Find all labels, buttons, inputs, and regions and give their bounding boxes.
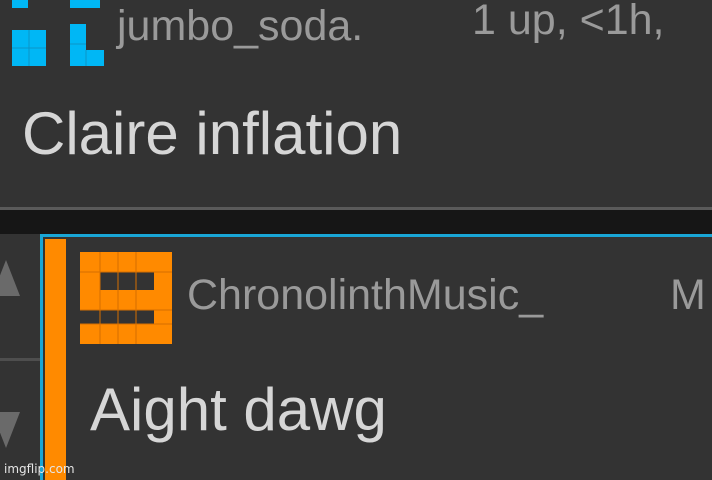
watermark: imgflip.com bbox=[4, 462, 75, 476]
highlight-bar bbox=[45, 239, 66, 480]
comment-username[interactable]: ChronolinthMusic_ bbox=[187, 267, 543, 323]
user-avatar-icon[interactable] bbox=[12, 0, 104, 70]
comment-username[interactable]: jumbo_soda. bbox=[117, 0, 363, 54]
comment-text: Aight dawg bbox=[90, 376, 387, 443]
vote-divider bbox=[0, 358, 41, 361]
upvote-arrow-icon[interactable] bbox=[0, 260, 20, 296]
thread-separator bbox=[0, 210, 712, 234]
user-avatar-icon[interactable] bbox=[80, 252, 172, 344]
comment-text: Claire inflation bbox=[22, 100, 403, 167]
comment-top: jumbo_soda. 1 up, <1h, Claire inflation bbox=[0, 0, 712, 209]
downvote-arrow-icon[interactable] bbox=[0, 412, 20, 448]
comment-meta: 1 up, <1h, bbox=[472, 0, 665, 44]
comment-meta: M bbox=[670, 271, 706, 319]
